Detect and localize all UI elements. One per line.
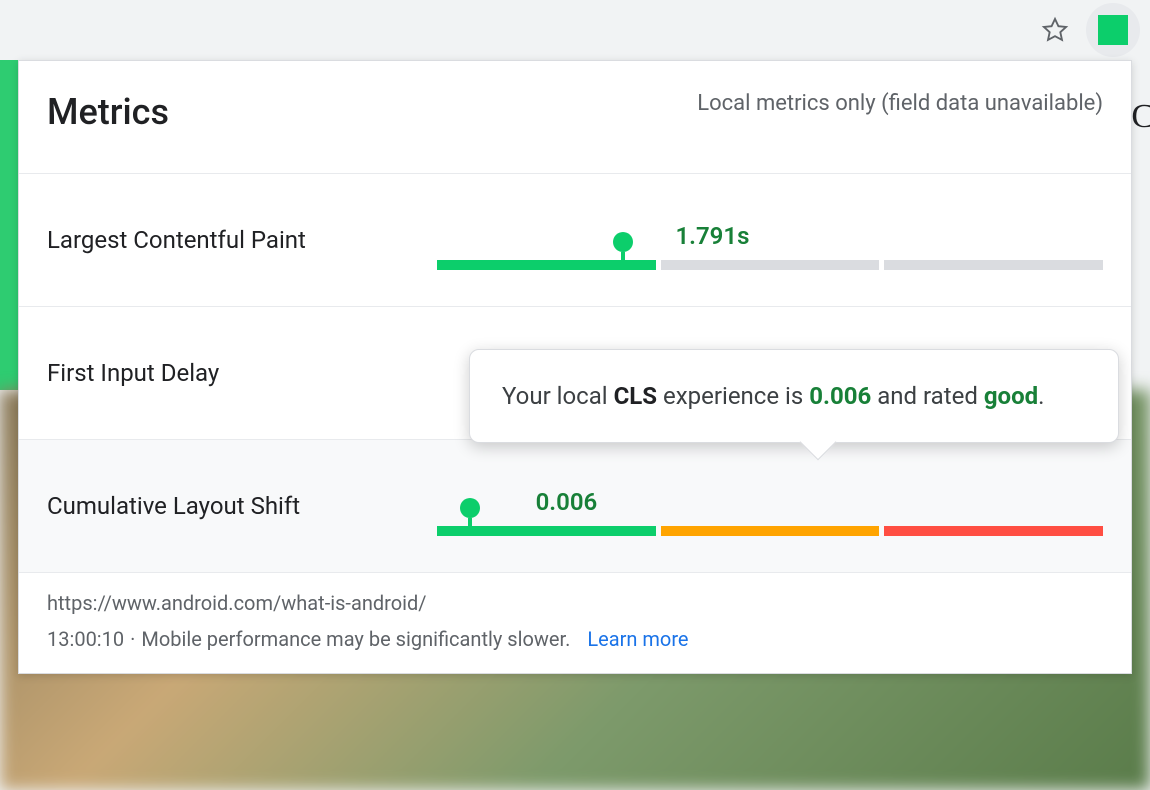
metric-label-fid: First Input Delay	[47, 359, 437, 387]
marker-stem-icon	[621, 252, 625, 270]
segment-warn	[661, 526, 880, 536]
tooltip-text: .	[1038, 382, 1044, 410]
tooltip-text: Your local	[502, 382, 614, 410]
metric-label-lcp: Largest Contentful Paint	[47, 226, 437, 254]
learn-more-link[interactable]: Learn more	[587, 627, 688, 651]
metric-value-lcp: 1.791s	[675, 222, 749, 250]
browser-address-bar	[0, 0, 1150, 60]
metric-marker-lcp	[613, 232, 633, 270]
segment-bad	[884, 526, 1103, 536]
marker-dot-icon	[613, 232, 633, 252]
panel-footer: https://www.android.com/what-is-android/…	[19, 572, 1131, 673]
page-bg-accent	[0, 60, 18, 390]
track-segments-cls	[437, 526, 1103, 536]
bookmark-star-icon[interactable]	[1040, 15, 1070, 45]
metric-label-cls: Cumulative Layout Shift	[47, 492, 437, 520]
metric-marker-cls	[460, 498, 480, 536]
metric-value-cls: 0.006	[536, 488, 598, 516]
metric-track-cls: 0.006	[437, 476, 1103, 536]
tooltip-value: 0.006	[809, 382, 871, 410]
tooltip-abbr: CLS	[614, 382, 657, 410]
tooltip-rating: good	[984, 382, 1038, 410]
footer-separator: ·	[130, 627, 135, 651]
footer-time: 13:00:10	[47, 627, 124, 651]
panel-title: Metrics	[47, 91, 169, 133]
metric-row-cls[interactable]: Cumulative Layout Shift 0.006	[19, 439, 1131, 572]
marker-stem-icon	[468, 518, 472, 536]
extension-badge[interactable]	[1086, 3, 1140, 57]
web-vitals-icon	[1098, 15, 1128, 45]
metric-track-lcp: 1.791s	[437, 210, 1103, 270]
segment-warn-inactive	[661, 260, 880, 270]
tooltip-text: and rated	[871, 382, 984, 410]
metric-row-lcp[interactable]: Largest Contentful Paint 1.791s	[19, 173, 1131, 306]
footer-note: Mobile performance may be significantly …	[141, 627, 570, 651]
cls-tooltip: Your local CLS experience is 0.006 and r…	[469, 349, 1119, 443]
track-segments-lcp	[437, 260, 1103, 270]
marker-dot-icon	[460, 498, 480, 518]
tooltip-text: experience is	[657, 382, 809, 410]
panel-header: Metrics Local metrics only (field data u…	[19, 61, 1131, 173]
panel-subtitle: Local metrics only (field data unavailab…	[697, 91, 1103, 116]
metrics-panel: Metrics Local metrics only (field data u…	[18, 60, 1132, 674]
footer-note-line: 13:00:10 · Mobile performance may be sig…	[47, 627, 1103, 651]
segment-bad-inactive	[884, 260, 1103, 270]
footer-url: https://www.android.com/what-is-android/	[47, 591, 1103, 615]
page-logo-fragment: C	[1131, 98, 1150, 136]
